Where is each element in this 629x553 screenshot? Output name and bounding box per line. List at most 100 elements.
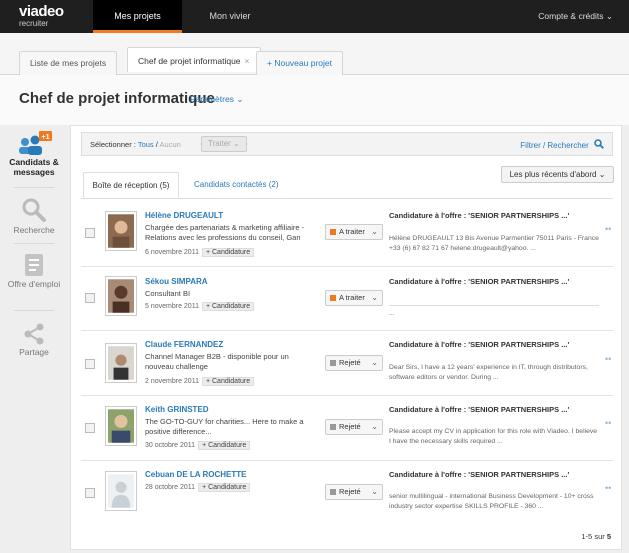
avatar[interactable] — [105, 276, 137, 316]
person-photo-icon — [108, 409, 134, 443]
sort-dropdown[interactable]: Les plus récents d'abord ⌄ — [501, 166, 614, 183]
pager-of: sur — [594, 532, 605, 541]
sidebar-item-label: Recherche — [13, 225, 55, 235]
row-checkbox[interactable] — [85, 488, 95, 498]
candidate-headline: Consultant BI — [145, 289, 191, 298]
chevron-down-icon: ⌄ — [236, 94, 244, 104]
more-icon[interactable]: •• — [605, 418, 611, 428]
select-none-link[interactable]: Aucun — [160, 140, 181, 149]
more-icon[interactable]: •• — [605, 354, 611, 364]
candidate-name-link[interactable]: Cebuan DE LA ROCHETTE — [145, 470, 246, 479]
tab-label: Nouveau projet — [274, 58, 332, 68]
table-row[interactable]: Claude FERNANDEZ Channel Manager B2B - d… — [81, 331, 613, 396]
pager-total: 5 — [606, 532, 611, 541]
sidebar-item-label: Candidats & messages — [9, 157, 59, 177]
divider — [14, 243, 54, 244]
sidebar: +1 Candidats & messages Recherche Offre … — [0, 125, 68, 553]
status-dropdown[interactable]: A traiter ⌄ — [325, 290, 383, 306]
table-row[interactable]: Sékou SIMPARA Consultant BI 5 novembre 2… — [81, 267, 613, 331]
message-subject[interactable]: Candidature à l'offre : 'SENIOR PARTNERS… — [389, 405, 569, 414]
message-excerpt: Please accept my CV in application for t… — [389, 428, 598, 445]
sidebar-item-search[interactable]: Recherche — [0, 197, 68, 235]
more-icon[interactable]: •• — [605, 483, 611, 493]
nav-tab-mon-vivier[interactable]: Mon vivier — [190, 0, 270, 33]
pager-range: 1-5 — [581, 532, 593, 541]
parameters-dropdown[interactable]: Paramètres ⌄ — [190, 94, 243, 105]
process-label: Traiter — [208, 139, 231, 148]
table-row[interactable]: Keith GRINSTED The GO-TO-GUY for chariti… — [81, 396, 613, 461]
tab-contacted[interactable]: Candidats contactés (2) — [194, 172, 279, 198]
divider — [14, 187, 54, 188]
candidate-headline: The GO-TO-GUY for charities... Here to m… — [145, 417, 304, 436]
select-all-link[interactable]: Tous — [138, 140, 154, 149]
status-square-icon — [330, 295, 336, 302]
candidate-headline: Chargée des partenariats & marketing aff… — [145, 223, 305, 242]
tab-project-list[interactable]: Liste de mes projets — [19, 51, 118, 75]
candidate-meta: 2 novembre 2011 + Candidature — [145, 377, 255, 386]
project-header: Chef de projet informatique Paramètres ⌄ — [0, 75, 629, 125]
chevron-down-icon: ⌄ — [371, 293, 378, 302]
candidate-name-link[interactable]: Hélène DRUGEAULT — [145, 211, 223, 220]
sidebar-item-label: Offre d'emploi — [7, 279, 61, 289]
row-checkbox[interactable] — [85, 228, 95, 238]
message-subject[interactable]: Candidature à l'offre : 'SENIOR PARTNERS… — [389, 470, 569, 479]
logo-sub: recruiter — [19, 19, 49, 28]
logo-name: viadeo — [19, 3, 64, 20]
tab-current-project[interactable]: Chef de projet informatique × — [127, 47, 261, 72]
row-checkbox[interactable] — [85, 359, 95, 369]
candidate-meta: 5 novembre 2011 + Candidature — [145, 302, 255, 311]
message-excerpt: Hélène DRUGEAULT 13 Bis Avenue Parmentie… — [389, 235, 599, 252]
message-subject[interactable]: Candidature à l'offre : 'SENIOR PARTNERS… — [389, 340, 569, 349]
status-label: A traiter — [339, 293, 365, 302]
tab-inbox[interactable]: Boîte de réception (5) — [83, 172, 179, 198]
person-photo-icon — [108, 346, 134, 380]
sidebar-item-share[interactable]: Partage — [0, 323, 68, 357]
message-subject[interactable]: Candidature à l'offre : 'SENIOR PARTNERS… — [389, 277, 569, 286]
status-dropdown[interactable]: Rejeté ⌄ — [325, 355, 383, 371]
avatar[interactable] — [105, 211, 137, 251]
page-title: Chef de projet informatique — [19, 90, 215, 107]
sidebar-item-candidates[interactable]: +1 Candidats & messages — [0, 131, 68, 177]
application-tag: + Candidature — [198, 441, 251, 450]
chevron-down-icon: ⌄ — [371, 358, 378, 367]
avatar[interactable] — [105, 406, 137, 446]
process-button[interactable]: Traiter ⌄ — [201, 136, 247, 152]
candidates-panel: Sélectionner : Tous / Aucun Traiter ⌄ Fi… — [70, 125, 622, 550]
filter-search-link[interactable]: Filtrer / Rechercher — [520, 139, 604, 150]
candidate-name-link[interactable]: Sékou SIMPARA — [145, 277, 208, 286]
candidate-meta: 30 octobre 2011 + Candidature — [145, 441, 251, 450]
viadeo-logo[interactable]: viadeo recruiter — [19, 3, 64, 28]
account-menu[interactable]: Compte & crédits ⌄ — [538, 0, 613, 33]
message-excerpt: senior multilingual - international Busi… — [389, 493, 594, 510]
message-subject[interactable]: Candidature à l'offre : 'SENIOR PARTNERS… — [389, 211, 569, 220]
avatar[interactable] — [105, 343, 137, 383]
tab-label: Chef de projet informatique — [138, 56, 241, 66]
status-square-icon — [330, 424, 336, 431]
tab-label: Liste de mes projets — [30, 58, 107, 68]
status-dropdown[interactable]: A traiter ⌄ — [325, 224, 383, 240]
avatar[interactable] — [105, 471, 137, 511]
default-avatar-icon — [108, 474, 134, 508]
row-checkbox[interactable] — [85, 423, 95, 433]
table-row[interactable]: Hélène DRUGEAULT Chargée des partenariat… — [81, 202, 613, 267]
nav-tab-mes-projets[interactable]: Mes projets — [93, 0, 182, 33]
status-dropdown[interactable]: Rejeté ⌄ — [325, 419, 383, 435]
candidate-name-link[interactable]: Keith GRINSTED — [145, 405, 209, 414]
row-checkbox[interactable] — [85, 293, 95, 303]
candidate-meta: 6 novembre 2011 + Candidature — [145, 248, 255, 257]
close-icon[interactable]: × — [245, 56, 250, 66]
candidate-name-link[interactable]: Claude FERNANDEZ — [145, 340, 223, 349]
status-dropdown[interactable]: Rejeté ⌄ — [325, 484, 383, 500]
chevron-down-icon: ⌄ — [371, 422, 378, 431]
table-row[interactable]: Cebuan DE LA ROCHETTE 28 octobre 2011 + C… — [81, 461, 613, 525]
chevron-down-icon: ⌄ — [371, 227, 378, 236]
more-icon[interactable]: •• — [605, 224, 611, 234]
sidebar-item-job-offer[interactable]: Offre d'emploi — [0, 253, 68, 289]
filter-label: Filtrer / Rechercher — [520, 141, 589, 150]
tab-new-project[interactable]: + Nouveau projet — [256, 51, 343, 75]
candidate-date: 5 novembre 2011 — [145, 303, 199, 310]
person-photo-icon — [108, 214, 134, 248]
pagination-info: 1-5 sur 5 — [581, 532, 611, 541]
account-label: Compte & crédits — [538, 11, 604, 21]
chevron-down-icon: ⌄ — [371, 487, 378, 496]
